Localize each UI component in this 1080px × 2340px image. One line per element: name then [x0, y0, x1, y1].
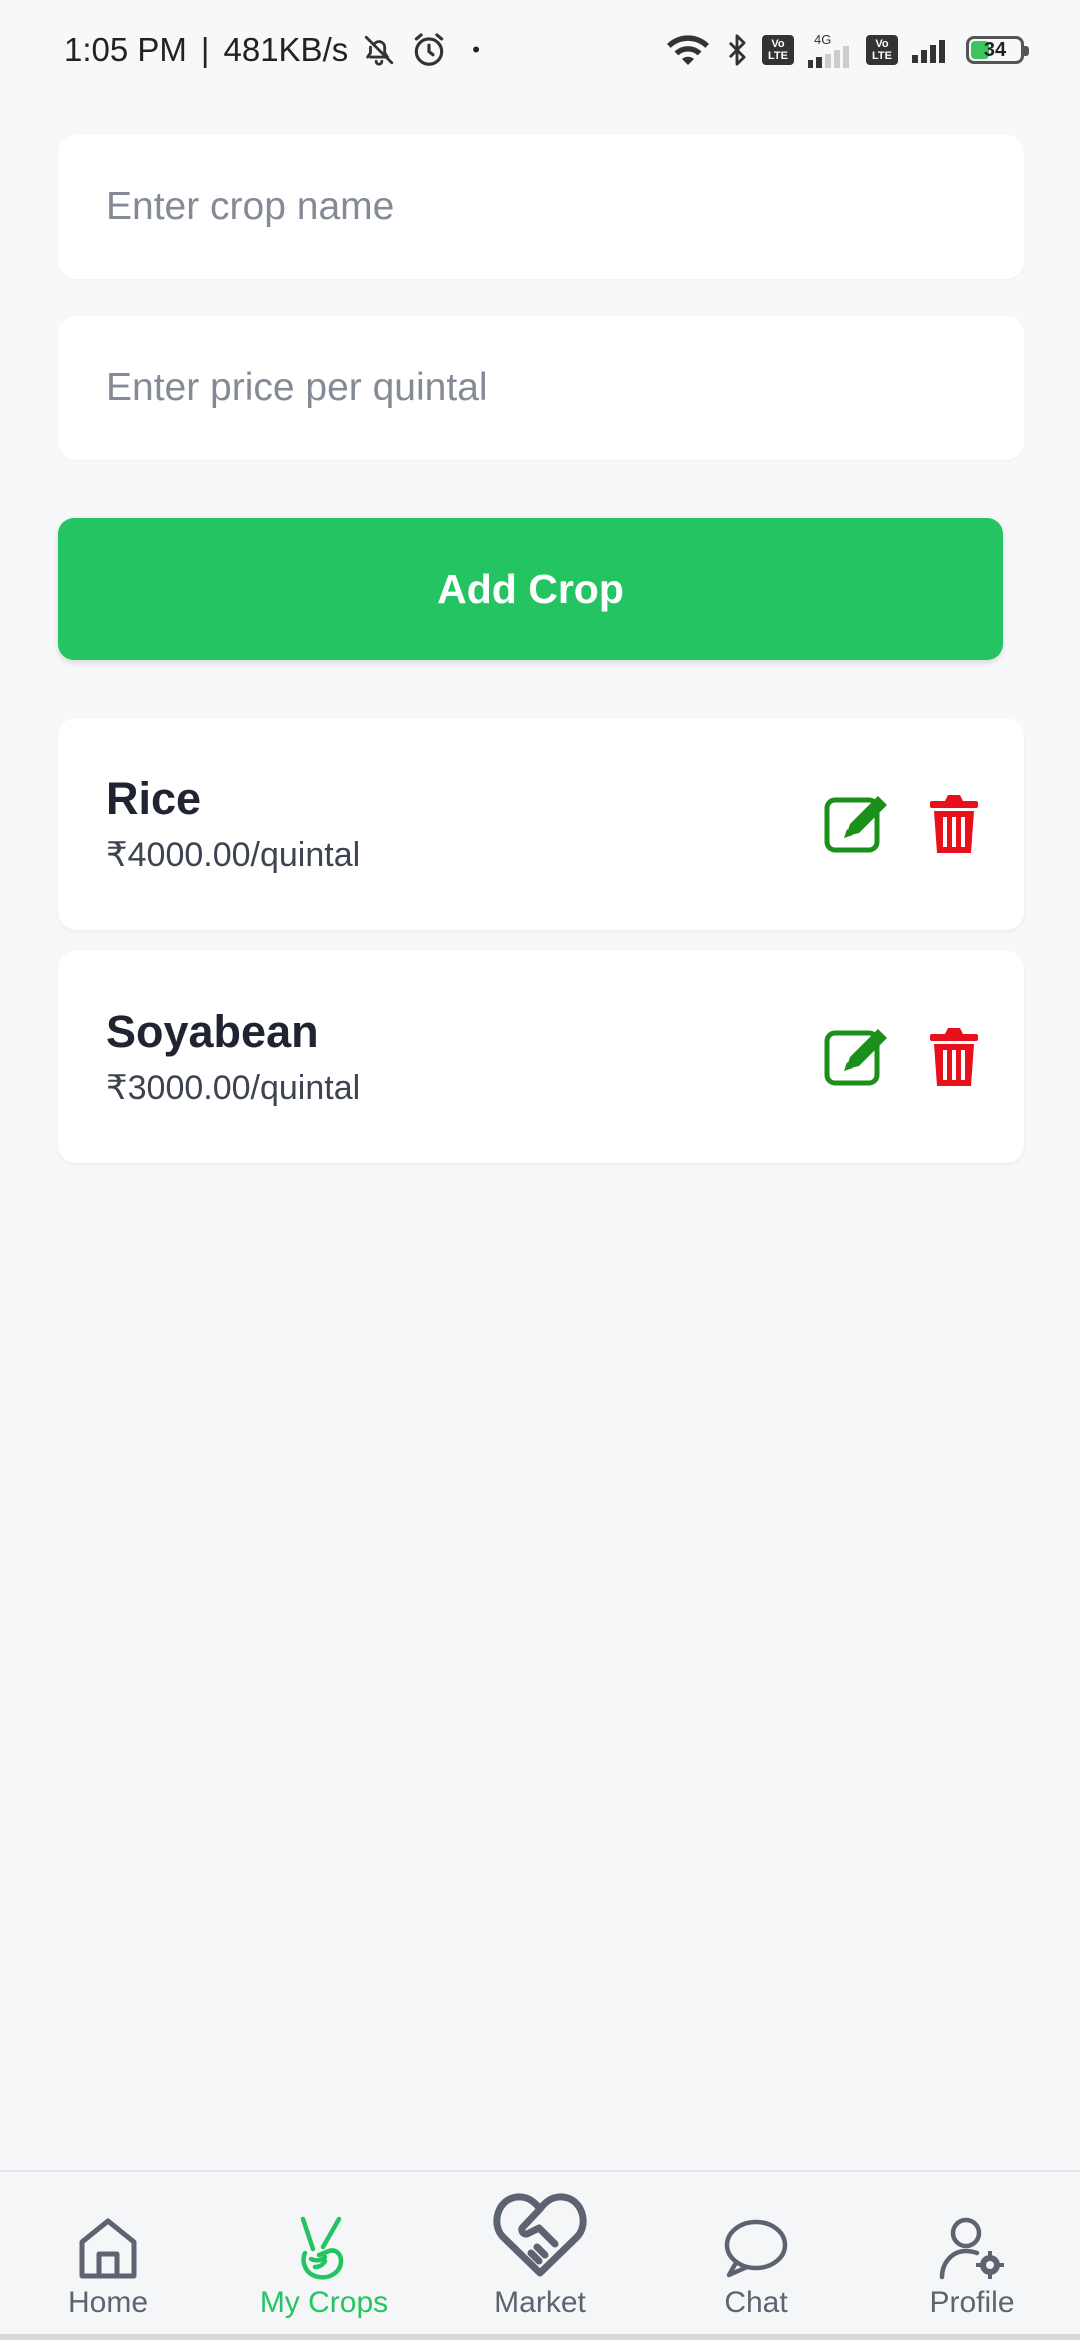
nav-item-profile[interactable]: Profile: [864, 2172, 1080, 2320]
crop-price: ₹4000.00/quintal: [106, 836, 361, 874]
status-time: 1:05 PM: [64, 31, 187, 68]
status-bar: 1:05 PM | 481KB/s • Vo LTE 4G Vo LTE 34: [0, 0, 1080, 100]
crop-name-input[interactable]: [106, 185, 1024, 229]
bottom-nav: Home My Crops Market Chat Profile: [0, 2170, 1080, 2340]
price-field[interactable]: [58, 316, 1024, 460]
volte-badge-icon: Vo LTE: [762, 35, 794, 65]
crop-name-field[interactable]: [58, 135, 1024, 279]
add-crop-button[interactable]: Add Crop: [58, 518, 1003, 660]
crop-price: ₹3000.00/quintal: [106, 1069, 361, 1107]
gesture-bar: [0, 2334, 1080, 2340]
nav-item-chat[interactable]: Chat: [648, 2172, 864, 2320]
trash-icon[interactable]: [928, 1026, 980, 1088]
crop-name: Soyabean: [106, 1006, 319, 1057]
signal-icon: 4G: [808, 33, 852, 68]
network-type: 4G: [814, 31, 832, 47]
crops-icon: [293, 2212, 355, 2284]
nav-label: Chat: [724, 2286, 788, 2319]
status-separator: |: [200, 31, 210, 68]
battery-icon: 34: [966, 36, 1029, 64]
battery-level: 34: [983, 38, 1007, 61]
crop-card: Rice ₹4000.00/quintal: [58, 718, 1024, 930]
status-speed: 481KB/s: [223, 31, 349, 68]
nav-item-market[interactable]: Market: [432, 2172, 648, 2320]
chat-bubble-icon: [723, 2212, 789, 2284]
nav-item-my-crops[interactable]: My Crops: [216, 2172, 432, 2320]
price-input[interactable]: [106, 366, 1024, 410]
nav-label: Home: [67, 2286, 149, 2319]
crop-card: Soyabean ₹3000.00/quintal: [58, 951, 1024, 1163]
status-left: 1:05 PM | 481KB/s •: [64, 31, 480, 69]
status-right: Vo LTE 4G Vo LTE 34: [664, 32, 1029, 68]
wifi-icon: [664, 32, 712, 68]
edit-icon[interactable]: [824, 794, 894, 854]
crop-actions: [824, 793, 980, 855]
crop-info: Soyabean ₹3000.00/quintal: [106, 1006, 360, 1108]
nav-label: Profile: [929, 2286, 1015, 2319]
home-icon: [77, 2212, 139, 2284]
nav-item-home[interactable]: Home: [0, 2172, 216, 2320]
nav-label: Market: [494, 2286, 586, 2319]
bluetooth-icon: [726, 33, 748, 67]
crop-info: Rice ₹4000.00/quintal: [106, 773, 360, 875]
handshake-heart-icon: [493, 2182, 587, 2284]
crop-name: Rice: [106, 773, 202, 824]
crop-actions: [824, 1026, 980, 1088]
trash-icon[interactable]: [928, 793, 980, 855]
bell-off-icon: [362, 33, 396, 67]
alarm-icon: [410, 31, 448, 69]
nav-label: My Crops: [259, 2286, 389, 2319]
volte-badge-icon-2: Vo LTE: [866, 35, 898, 65]
signal-icon-2: [912, 37, 952, 63]
status-dot: •: [472, 37, 480, 62]
profile-settings-icon: [938, 2212, 1006, 2284]
edit-icon[interactable]: [824, 1027, 894, 1087]
